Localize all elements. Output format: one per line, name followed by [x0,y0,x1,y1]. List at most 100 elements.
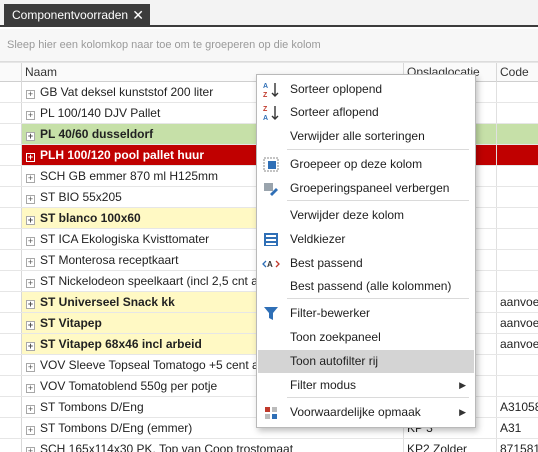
cell-code[interactable] [497,271,538,291]
menu-item-label: Filter-bewerker [290,306,371,320]
expand-icon[interactable]: + [26,363,35,372]
expand-icon[interactable]: + [26,132,35,141]
row-indicator[interactable] [0,355,22,375]
row-indicator[interactable] [0,82,22,102]
expand-icon[interactable]: + [26,447,35,452]
menu-item-label: Filter modus [290,378,357,392]
menu-item-sorteer-oplopend[interactable]: A Z Sorteer oplopend [258,78,474,101]
expand-icon[interactable]: + [26,321,35,330]
svg-text:A: A [263,83,268,90]
row-indicator[interactable] [0,187,22,207]
expand-icon[interactable]: + [26,300,35,309]
expand-icon[interactable]: + [26,342,35,351]
row-indicator[interactable] [0,250,22,270]
menu-item-veldkiezer[interactable]: Veldkiezer [258,228,474,251]
menu-item-label: Sorteer aflopend [290,105,379,119]
row-indicator[interactable] [0,313,22,333]
group-panel-icon [262,180,280,197]
cell-code[interactable] [497,124,538,144]
cell-code[interactable] [497,208,538,228]
row-indicator[interactable] [0,166,22,186]
sort-descending-icon: ZA [262,104,280,122]
row-indicator[interactable] [0,334,22,354]
menu-item-groepeer-op-deze-kolom[interactable]: Groepeer op deze kolom [258,153,474,176]
cell-text: ST Nickelodeon speelkaart (incl 2,5 cnt … [40,274,289,288]
cell-code[interactable]: 871581 [497,439,538,452]
cell-code[interactable] [497,355,538,375]
cell-opslaglocatie[interactable]: KP2 Zolder [404,439,497,452]
expand-icon[interactable]: + [26,111,35,120]
cell-text: SCH 165x114x30 PK. Top van Coop trostoma… [40,442,294,452]
expand-icon[interactable]: + [26,195,35,204]
cell-text: PLH 100/120 pool pallet huur [40,148,205,162]
column-header-code[interactable]: Code [497,63,538,82]
header-corner [0,63,22,82]
chevron-right-icon: ▶ [459,380,466,390]
cell-code[interactable] [497,82,538,102]
menu-item-voorwaardelijke-opmaak[interactable]: Voorwaardelijke opmaak ▶ [258,401,474,424]
row-indicator[interactable] [0,145,22,165]
row-indicator[interactable] [0,229,22,249]
menu-item-filter-modus[interactable]: Filter modus ▶ [258,374,474,397]
tab-componentvoorraden[interactable]: Componentvoorraden ✕ [4,4,150,27]
menu-item-groeperingspaneel-verbergen[interactable]: Groeperingspaneel verbergen [258,177,474,200]
row-indicator[interactable] [0,103,22,123]
menu-separator [287,200,469,201]
table-row[interactable]: + SCH 165x114x30 PK. Top van Coop trostom… [0,439,538,452]
row-indicator[interactable] [0,418,22,438]
cell-text: GB Vat deksel kunststof 200 liter [40,85,214,99]
row-indicator[interactable] [0,208,22,228]
expand-icon[interactable]: + [26,90,35,99]
menu-item-label: Voorwaardelijke opmaak [290,405,421,419]
best-fit-icon: A [262,255,280,272]
row-indicator[interactable] [0,271,22,291]
menu-item-filter-bewerker[interactable]: Filter-bewerker [258,302,474,325]
expand-icon[interactable]: + [26,174,35,183]
cell-code[interactable]: aanvoer [497,334,538,354]
cell-code[interactable] [497,103,538,123]
expand-icon[interactable]: + [26,426,35,435]
menu-item-toon-zoekpaneel[interactable]: Toon zoekpaneel [258,326,474,349]
expand-icon[interactable]: + [26,405,35,414]
menu-item-sorteer-aflopend[interactable]: Z A Sorteer aflopend [258,101,474,124]
expand-icon[interactable]: + [26,384,35,393]
row-indicator[interactable] [0,397,22,417]
row-indicator[interactable] [0,439,22,452]
cell-code[interactable] [497,187,538,207]
cell-naam[interactable]: + SCH 165x114x30 PK. Top van Coop trostom… [22,439,404,452]
close-icon[interactable]: ✕ [132,4,144,27]
menu-item-verwijder-deze-kolom[interactable]: Verwijder deze kolom [258,204,474,227]
svg-text:A: A [263,115,268,121]
menu-item-verwijder-alle-sorteringen[interactable]: Verwijder alle sorteringen [258,125,474,148]
cell-text: SCH GB emmer 870 ml H125mm [40,169,219,183]
expand-icon[interactable]: + [26,237,35,246]
expand-icon[interactable]: + [26,279,35,288]
group-panel[interactable]: Sleep hier een kolomkop naar toe om te g… [0,29,538,62]
row-indicator[interactable] [0,376,22,396]
cell-code[interactable]: A31 [497,418,538,438]
row-indicator[interactable] [0,292,22,312]
conditional-format-icon [262,404,280,421]
cell-code[interactable] [497,250,538,270]
cell-code[interactable]: aanvoer [497,292,538,312]
menu-item-label: Toon autofilter rij [290,354,379,368]
cell-code[interactable]: aanvoer [497,313,538,333]
menu-separator [287,149,469,150]
cell-code[interactable] [497,166,538,186]
menu-item-best-passend[interactable]: A Best passend [258,252,474,275]
field-chooser-icon [262,231,280,248]
cell-code[interactable]: A31058 [497,397,538,417]
expand-icon[interactable]: + [26,153,35,162]
row-indicator[interactable] [0,124,22,144]
expand-icon[interactable]: + [26,216,35,225]
menu-item-best-passend-alle-kolommen[interactable]: Best passend (alle kolommen) [258,275,474,298]
cell-text: ST blanco 100x60 [40,211,141,225]
cell-code[interactable] [497,229,538,249]
cell-text: VOV Tomatoblend 550g per potje [40,379,218,393]
expand-icon[interactable]: + [26,258,35,267]
cell-text: ST BIO 55x205 [40,190,122,204]
cell-code[interactable] [497,376,538,396]
menu-item-label: Best passend (alle kolommen) [290,279,452,293]
cell-code[interactable] [497,145,538,165]
menu-item-toon-autofilter-rij[interactable]: Toon autofilter rij [258,350,474,373]
